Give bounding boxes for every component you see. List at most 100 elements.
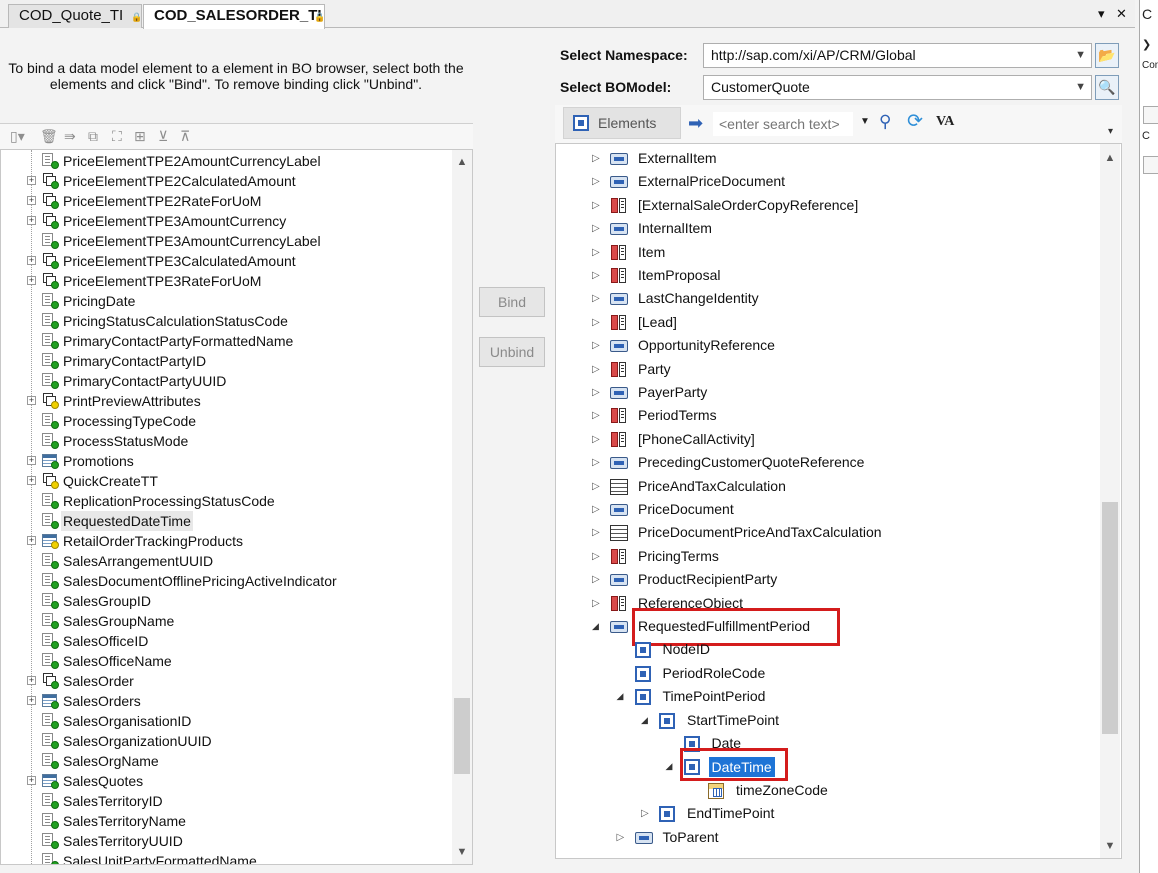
- bo-tree-item[interactable]: ▷ PricingTerms: [556, 545, 1096, 568]
- tree-item[interactable]: + SalesOrder: [1, 671, 451, 691]
- new-icon[interactable]: ▯▾: [10, 128, 25, 144]
- delete-icon[interactable]: 🗑: [40, 128, 58, 144]
- bo-tree-item[interactable]: ▷ ExternalPriceDocument: [556, 170, 1096, 193]
- tree-item[interactable]: SalesTerritoryUUID: [1, 831, 451, 851]
- tree-item[interactable]: SalesTerritoryID: [1, 791, 451, 811]
- tree-item[interactable]: + PriceElementTPE3AmountCurrency: [1, 211, 451, 231]
- scroll-up-icon[interactable]: ▲: [1100, 150, 1120, 166]
- bo-tree-item[interactable]: ▷ PriceDocument: [556, 498, 1096, 521]
- collapse-all-icon[interactable]: ⊼: [180, 128, 190, 144]
- tree-item[interactable]: + PriceElementTPE2RateForUoM: [1, 191, 451, 211]
- bo-tree-item[interactable]: ▷ [PhoneCallActivity]: [556, 428, 1096, 451]
- tree-item[interactable]: ReplicationProcessingStatusCode: [1, 491, 451, 511]
- tree-item[interactable]: SalesDocumentOfflinePricingActiveIndicat…: [1, 571, 451, 591]
- tab-cod-salesorder-ti[interactable]: COD_SALESORDER_TI 🔒: [143, 4, 325, 29]
- tree-item[interactable]: SalesOrganisationID: [1, 711, 451, 731]
- search-input[interactable]: [713, 112, 853, 136]
- expand-icon[interactable]: +: [27, 176, 36, 185]
- tree-item[interactable]: PrimaryContactPartyID: [1, 351, 451, 371]
- left-tree-scrollbar[interactable]: ▲ ▼: [452, 150, 472, 864]
- tree-item[interactable]: PricingDate: [1, 291, 451, 311]
- tree-item[interactable]: SalesOfficeID: [1, 631, 451, 651]
- expand-triangle-icon[interactable]: ▷: [592, 147, 602, 170]
- tree-item[interactable]: + PriceElementTPE3CalculatedAmount: [1, 251, 451, 271]
- tree-item[interactable]: ProcessStatusMode: [1, 431, 451, 451]
- expand-icon[interactable]: +: [27, 256, 36, 265]
- go-arrow-icon[interactable]: ➡: [688, 113, 703, 133]
- expand-triangle-icon[interactable]: ▷: [617, 826, 627, 849]
- va-button[interactable]: VA: [936, 114, 954, 130]
- tree-item[interactable]: PriceElementTPE2AmountCurrencyLabel: [1, 151, 451, 171]
- tree-item[interactable]: SalesTerritoryName: [1, 811, 451, 831]
- bo-tree-item[interactable]: ▷ ProductRecipientParty: [556, 568, 1096, 591]
- expand-icon[interactable]: +: [27, 476, 36, 485]
- bo-tree-item[interactable]: ▷ OpportunityReference: [556, 334, 1096, 357]
- expand-triangle-icon[interactable]: ▷: [592, 264, 602, 287]
- expand-triangle-icon[interactable]: ▷: [592, 498, 602, 521]
- expand-triangle-icon[interactable]: ▷: [592, 170, 602, 193]
- tree-item[interactable]: SalesOrganizationUUID: [1, 731, 451, 751]
- bo-tree-item[interactable]: ▷ LastChangeIdentity: [556, 287, 1096, 310]
- bo-tree-item[interactable]: NodeID: [556, 638, 1096, 661]
- bo-tree-item[interactable]: Date: [556, 732, 1096, 755]
- expand-icon[interactable]: +: [27, 696, 36, 705]
- expand-triangle-icon[interactable]: ▷: [592, 287, 602, 310]
- expand-triangle-icon[interactable]: ▷: [592, 334, 602, 357]
- expand-triangle-icon[interactable]: ▷: [592, 217, 602, 240]
- bo-tree-item[interactable]: ◢ StartTimePoint: [556, 709, 1096, 732]
- hierarchy-icon[interactable]: ⊞: [134, 128, 146, 144]
- collapse-triangle-icon[interactable]: ◢: [666, 755, 676, 778]
- tree-item[interactable]: SalesArrangementUUID: [1, 551, 451, 571]
- tree-item[interactable]: + Promotions: [1, 451, 451, 471]
- scroll-down-icon[interactable]: ▼: [452, 844, 472, 860]
- toolbar-overflow-icon[interactable]: ▾: [1108, 126, 1113, 137]
- expand-triangle-icon[interactable]: ▷: [592, 521, 602, 544]
- expand-triangle-icon[interactable]: ▷: [592, 475, 602, 498]
- tree-item[interactable]: RequestedDateTime: [1, 511, 451, 531]
- search-icon[interactable]: 🔍: [1095, 75, 1119, 100]
- tree-item[interactable]: PricingStatusCalculationStatusCode: [1, 311, 451, 331]
- bo-tree-item[interactable]: ▷ InternalItem: [556, 217, 1096, 240]
- namespace-select[interactable]: http://sap.com/xi/AP/CRM/Global ▼: [703, 43, 1092, 68]
- elements-button[interactable]: Elements: [563, 107, 681, 139]
- tree-item[interactable]: + RetailOrderTrackingProducts: [1, 531, 451, 551]
- bo-tree-item[interactable]: ◢ RequestedFulfillmentPeriod: [556, 608, 1096, 646]
- bo-tree-item[interactable]: ▷ PriceAndTaxCalculation: [556, 475, 1096, 498]
- scroll-down-icon[interactable]: ▼: [1100, 838, 1120, 854]
- expand-icon[interactable]: +: [27, 196, 36, 205]
- expand-triangle-icon[interactable]: ▷: [641, 802, 651, 825]
- bo-tree-item[interactable]: timeZoneCode: [556, 779, 1096, 802]
- tree-item[interactable]: + PriceElementTPE3RateForUoM: [1, 271, 451, 291]
- expand-triangle-icon[interactable]: ▷: [592, 194, 602, 217]
- tree-item[interactable]: + QuickCreateTT: [1, 471, 451, 491]
- expand-triangle-icon[interactable]: ▷: [592, 428, 602, 451]
- expand-icon[interactable]: +: [27, 676, 36, 685]
- data-model-tree[interactable]: PriceElementTPE2AmountCurrencyLabel + Pric…: [0, 149, 473, 865]
- bomodel-select[interactable]: CustomerQuote ▼: [703, 75, 1092, 100]
- expand-triangle-icon[interactable]: ▷: [592, 568, 602, 591]
- right-tree-scrollbar[interactable]: ▲ ▼: [1100, 144, 1120, 858]
- refresh-icon[interactable]: ⟳: [907, 110, 923, 133]
- bo-tree-item[interactable]: ▷ ItemProposal: [556, 264, 1096, 287]
- close-icon[interactable]: ✕: [1116, 0, 1127, 28]
- collapse-triangle-icon[interactable]: ◢: [617, 685, 627, 708]
- bo-tree-item[interactable]: ▷ PriceDocumentPriceAndTaxCalculation: [556, 521, 1096, 544]
- tree-item[interactable]: PriceElementTPE3AmountCurrencyLabel: [1, 231, 451, 251]
- bo-tree-item[interactable]: ▷ [Lead]: [556, 311, 1096, 334]
- find-icon[interactable]: ⚲: [879, 112, 891, 132]
- tab-cod-quote-ti[interactable]: COD_Quote_TI 🔒: [8, 4, 142, 28]
- bo-tree-item[interactable]: ▷ ExternalItem: [556, 147, 1096, 170]
- expand-all-icon[interactable]: ⊻: [158, 128, 168, 144]
- expand-icon[interactable]: +: [27, 216, 36, 225]
- structure-icon[interactable]: ⛶: [112, 128, 122, 144]
- tree-item[interactable]: ProcessingTypeCode: [1, 411, 451, 431]
- tab-list-dropdown-icon[interactable]: ▾: [1098, 0, 1105, 28]
- tree-item[interactable]: + PriceElementTPE2CalculatedAmount: [1, 171, 451, 191]
- expand-triangle-icon[interactable]: ▷: [592, 545, 602, 568]
- tree-item[interactable]: + PrintPreviewAttributes: [1, 391, 451, 411]
- scroll-thumb[interactable]: [454, 698, 470, 774]
- tree-item[interactable]: + SalesQuotes: [1, 771, 451, 791]
- tree-item[interactable]: SalesOrgName: [1, 751, 451, 771]
- bo-tree-item[interactable]: ▷ PrecedingCustomerQuoteReference: [556, 451, 1096, 474]
- expand-triangle-icon[interactable]: ▷: [592, 404, 602, 427]
